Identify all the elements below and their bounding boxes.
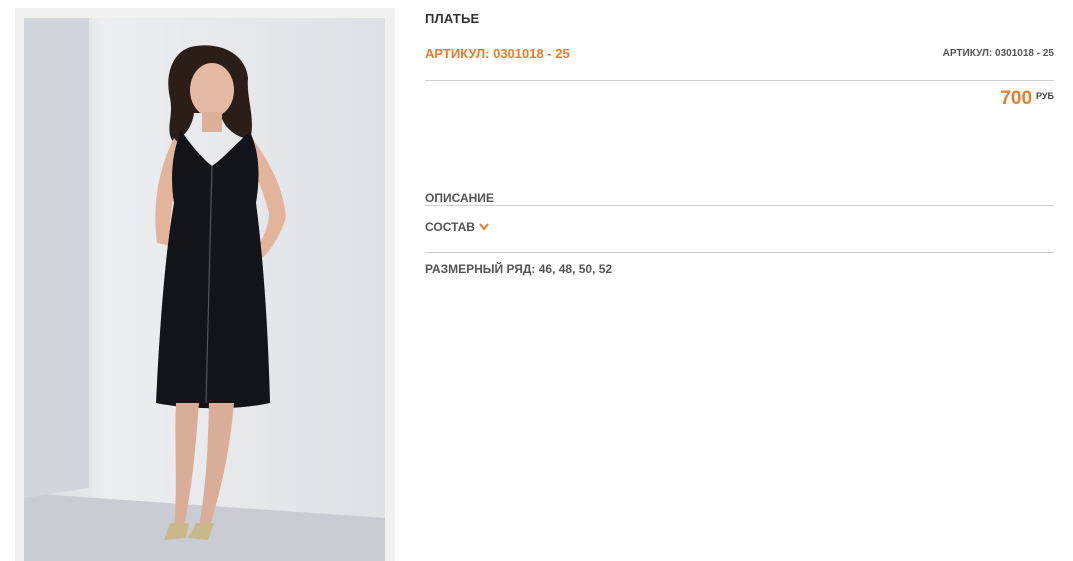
composition-toggle[interactable]: СОСТАВ bbox=[425, 220, 489, 234]
price-value: 700 bbox=[1000, 88, 1033, 109]
divider bbox=[425, 252, 1054, 253]
product-price: 700 РУБ bbox=[1000, 88, 1054, 110]
price-currency: РУБ bbox=[1036, 91, 1054, 101]
model-illustration bbox=[24, 18, 385, 561]
divider bbox=[425, 80, 1054, 81]
composition-label: СОСТАВ bbox=[425, 220, 475, 234]
product-title: ПЛАТЬЕ bbox=[425, 11, 480, 26]
product-photo[interactable] bbox=[24, 18, 385, 561]
product-sku: АРТИКУЛ: 0301018 - 25 bbox=[425, 46, 570, 61]
product-sku-secondary: АРТИКУЛ: 0301018 - 25 bbox=[942, 48, 1054, 59]
product-photo-frame bbox=[15, 8, 395, 561]
description-heading: ОПИСАНИЕ bbox=[425, 191, 494, 205]
chevron-down-icon bbox=[479, 223, 489, 231]
size-range: РАЗМЕРНЫЙ РЯД: 46, 48, 50, 52 bbox=[425, 262, 613, 276]
divider bbox=[425, 205, 1054, 206]
